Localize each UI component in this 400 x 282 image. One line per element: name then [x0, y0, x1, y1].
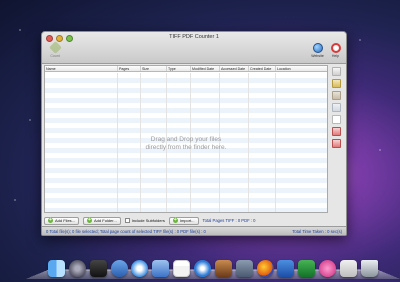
archive-icon[interactable]	[331, 91, 341, 100]
trash-icon[interactable]	[360, 260, 378, 277]
status-right-text: Total Time Taken : 0 sec(s)	[292, 228, 342, 234]
count-label: Count	[50, 54, 60, 58]
include-subfolders-label: Include Subfolders	[131, 218, 165, 223]
select-all-icon[interactable]	[331, 67, 341, 76]
column-header-created-date[interactable]: Created Date	[249, 66, 276, 71]
finder-icon[interactable]	[48, 260, 65, 277]
add-folder-label: Add Folder...	[94, 218, 117, 223]
drop-hint: Drag and Drop your files directly from t…	[45, 136, 327, 152]
column-header-type[interactable]: Type	[167, 66, 191, 71]
plus-icon: +	[172, 217, 178, 223]
table-header: Name Pages Size Type Modified Date Acces…	[45, 66, 327, 72]
window-title: TIFF PDF Counter 1	[169, 34, 219, 40]
website-label: Website	[311, 54, 324, 58]
firefox-icon[interactable]	[256, 260, 274, 277]
status-bar: 0 Total file(s); 0 file selected; Total …	[42, 226, 346, 235]
safari-icon[interactable]	[131, 260, 149, 277]
help-button[interactable]: Help	[328, 43, 343, 58]
file-table[interactable]: Name Pages Size Type Modified Date Acces…	[44, 65, 328, 213]
drop-hint-line2: directly from the finder here.	[145, 144, 227, 151]
dock-icons	[48, 260, 378, 277]
count-button[interactable]: Count	[45, 41, 65, 58]
list-icon[interactable]	[331, 103, 341, 112]
column-header-pages[interactable]: Pages	[118, 66, 141, 71]
mail-icon[interactable]	[152, 260, 170, 277]
globe-icon	[312, 43, 323, 53]
dashboard-icon[interactable]	[89, 260, 107, 277]
app-window: TIFF PDF Counter 1 Count Website Help Na…	[41, 31, 347, 236]
website-button[interactable]: Website	[310, 43, 325, 58]
column-header-location[interactable]: Location	[276, 66, 327, 71]
mission-control-icon[interactable]	[110, 260, 128, 277]
launchpad-icon[interactable]	[68, 260, 86, 277]
total-pages-summary: Total Pages TIFF : 0 PDF : 0	[202, 218, 256, 223]
column-header-accessed-date[interactable]: Accessed Date	[220, 66, 249, 71]
import-label: Import...	[179, 218, 195, 223]
itunes-icon[interactable]	[194, 260, 212, 277]
toolbar-right: Website Help	[310, 43, 343, 58]
status-left-text: 0 Total file(s); 0 file selected; Total …	[46, 228, 206, 234]
excel-icon[interactable]	[298, 260, 316, 277]
plus-icon: +	[48, 217, 53, 223]
checkbox-box[interactable]	[124, 218, 130, 223]
dock	[25, 252, 400, 282]
document-icon[interactable]	[331, 115, 341, 124]
remove-icon[interactable]	[331, 127, 341, 136]
count-icon	[48, 41, 62, 54]
add-folder-button[interactable]: + Add Folder...	[83, 216, 121, 225]
column-header-modified-date[interactable]: Modified Date	[191, 66, 220, 71]
window-titlebar: TIFF PDF Counter 1 Count Website Help	[42, 32, 346, 64]
side-toolbar	[329, 67, 343, 148]
plus-icon: +	[87, 217, 93, 223]
add-files-button[interactable]: + Add Files...	[44, 216, 80, 225]
open-folder-icon[interactable]	[331, 79, 341, 88]
utilities-icon[interactable]	[235, 260, 253, 277]
add-files-label: Add Files...	[55, 218, 76, 223]
column-header-size[interactable]: Size	[141, 66, 167, 71]
calendar-icon[interactable]	[173, 260, 191, 277]
column-header-name[interactable]: Name	[45, 66, 118, 71]
lifebuoy-icon	[330, 43, 341, 53]
include-subfolders-checkbox[interactable]: Include Subfolders	[124, 218, 165, 223]
iphoto-icon[interactable]	[214, 260, 232, 277]
import-button[interactable]: + Import...	[168, 216, 199, 225]
clear-icon[interactable]	[331, 139, 341, 148]
tiff-pdf-counter-icon[interactable]	[340, 260, 358, 277]
app-icon[interactable]	[319, 260, 337, 277]
bottom-toolbar: + Add Files... + Add Folder... Include S…	[44, 216, 344, 225]
word-icon[interactable]	[277, 260, 295, 277]
drop-hint-line1: Drag and Drop your files	[150, 136, 222, 143]
table-body[interactable]: Drag and Drop your files directly from t…	[45, 73, 327, 212]
help-label: Help	[331, 54, 340, 58]
